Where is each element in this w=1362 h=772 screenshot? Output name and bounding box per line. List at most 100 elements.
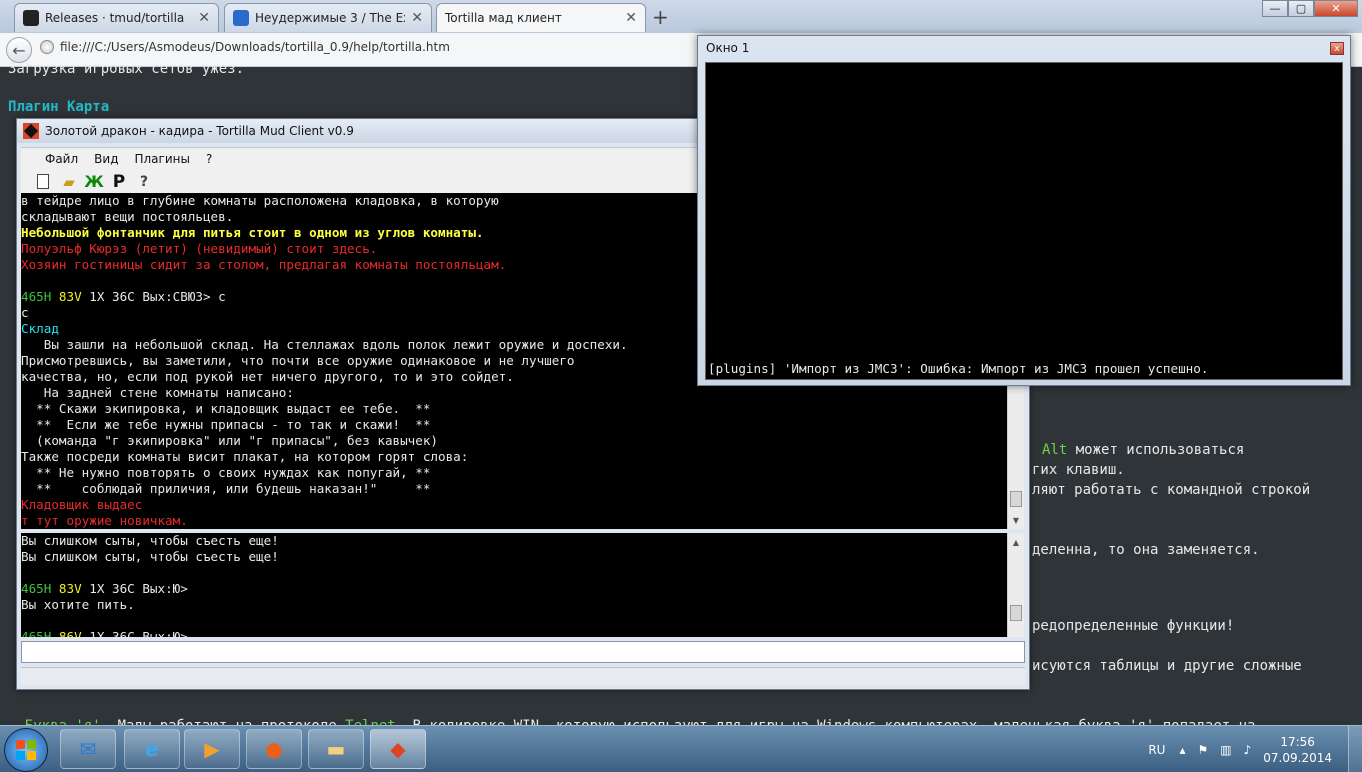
new-tab-button[interactable]: + xyxy=(652,5,669,29)
terminal-text: 86V xyxy=(58,629,90,637)
help-heading: Плагин Карта xyxy=(8,99,110,115)
ie-icon[interactable]: e xyxy=(124,729,180,769)
tray-arrow-icon[interactable]: ▴ xyxy=(1179,743,1185,757)
github-icon xyxy=(23,10,39,26)
green-star-icon[interactable]: Ж xyxy=(84,172,104,192)
start-button[interactable] xyxy=(4,728,48,772)
browser-tab-tortilla[interactable]: Tortilla мад клиент ✕ xyxy=(436,3,646,32)
address-bar[interactable]: file:///C:/Users/Asmodeus/Downloads/tort… xyxy=(40,40,450,54)
windows-logo-icon xyxy=(16,740,36,760)
menu-view[interactable]: Вид xyxy=(94,152,118,166)
tab-close-icon[interactable]: ✕ xyxy=(198,10,210,26)
plugin-message: [plugins] 'Импорт из JMC3': Ошибка: Импо… xyxy=(708,361,1209,376)
terminal-text: Кладовщик выдаес xyxy=(21,497,143,512)
menu-file[interactable]: Файл xyxy=(45,152,78,166)
help-line: ляют работать с командной строкой xyxy=(1032,482,1311,498)
command-input[interactable] xyxy=(21,641,1025,663)
terminal-text: 1X 36C Вых:СВЮЗ> с xyxy=(89,289,226,304)
terminal-text: Вы хотите пить. xyxy=(21,597,135,612)
help-top-text: Загрузка игровых сетов ужез. xyxy=(8,61,245,77)
thunderbird-icon[interactable]: ✉ xyxy=(60,729,116,769)
terminal-text: Вы слишком сыты, чтобы съесть еще! xyxy=(21,549,279,564)
terminal-text: 83V xyxy=(58,581,90,596)
terminal-text: качества, но, если под рукой нет ничего … xyxy=(21,369,514,384)
scrollbar-thumb[interactable] xyxy=(1010,491,1022,507)
window-1-title: Окно 1 xyxy=(706,41,750,55)
media-player-icon[interactable]: ▶ xyxy=(184,729,240,769)
terminal-text: ** Скажи экипировка, и кладовщик выдаст … xyxy=(21,401,431,416)
menu-plugins[interactable]: Плагины xyxy=(134,152,189,166)
terminal-text: с xyxy=(21,305,29,320)
terminal-text: 1X 36C Вых:Ю> xyxy=(89,581,188,596)
help-line: редопределенные функции! xyxy=(1032,618,1235,634)
browser-tab-movie[interactable]: Неудержимые 3 / The Exp… ✕ xyxy=(224,3,432,32)
globe-icon xyxy=(40,40,54,54)
tortilla-app-icon xyxy=(23,123,39,139)
system-tray: RU ▴ ⚑ ▥ ♪ 17:56 07.09.2014 xyxy=(1148,726,1332,772)
terminal-line: ** Не нужно повторять о своих нуждах как… xyxy=(21,465,1007,481)
main-window-title: Золотой дракон - кадира - Tortilla Mud C… xyxy=(45,124,354,138)
terminal-line: 465H 86V 1X 36C Вых:Ю> xyxy=(21,629,1007,637)
url-text: file:///C:/Users/Asmodeus/Downloads/tort… xyxy=(60,40,450,54)
back-button[interactable]: ← xyxy=(6,37,32,63)
tab-close-icon[interactable]: ✕ xyxy=(625,10,637,26)
terminal-text: ** Если же тебе нужны припасы - то так и… xyxy=(21,417,431,432)
terminal-line: ** Если же тебе нужны припасы - то так и… xyxy=(21,417,1007,433)
scroll-down-icon[interactable]: ▼ xyxy=(1008,513,1024,527)
terminal-text: Присмотревшись, вы заметили, что почти в… xyxy=(21,353,575,368)
terminal-line: 465H 83V 1X 36C Вых:Ю> xyxy=(21,581,1007,597)
terminal-text: т тут оружие новичкам. xyxy=(21,513,188,528)
scrollbar-thumb[interactable] xyxy=(1010,605,1022,621)
terminal-line: (команда "г экипировка" или "г припасы",… xyxy=(21,433,1007,449)
terminal-line: Кладовщик выдаес xyxy=(21,497,1007,513)
explorer-folder-icon[interactable]: ▬ xyxy=(308,729,364,769)
lower-scrollbar[interactable]: ▲ xyxy=(1007,533,1024,637)
show-desktop-button[interactable] xyxy=(1348,726,1362,772)
terminal-text: Небольшой фонтанчик для питья стоит в од… xyxy=(21,225,484,240)
p-letter-icon[interactable]: P xyxy=(109,172,129,192)
help-line: исуются таблицы и другие сложные xyxy=(1032,658,1302,674)
terminal-line: т тут оружие новичкам. xyxy=(21,513,1007,529)
terminal-line: Вы хотите пить. xyxy=(21,597,1007,613)
help-line: деленна, то она заменяется. xyxy=(1032,542,1260,558)
minimize-button[interactable]: — xyxy=(1262,0,1288,17)
tab-close-icon[interactable]: ✕ xyxy=(411,10,423,26)
flag-icon[interactable]: ⚑ xyxy=(1198,743,1209,757)
close-button[interactable]: ✕ xyxy=(1314,0,1358,17)
window-1-close-button[interactable]: x xyxy=(1330,42,1344,55)
terminal-text: 465H xyxy=(21,629,59,637)
terminal-text: в тейдре лицо в глубине комнаты располож… xyxy=(21,193,499,208)
arrow-left-icon: ← xyxy=(12,40,26,60)
volume-icon[interactable]: ♪ xyxy=(1244,743,1252,757)
terminal-text: На задней стене комнаты написано: xyxy=(21,385,294,400)
terminal-text: складывают вещи постояльцев. xyxy=(21,209,234,224)
language-indicator[interactable]: RU xyxy=(1148,743,1165,757)
network-icon[interactable]: ▥ xyxy=(1220,743,1231,757)
help-line: Alt может использоваться xyxy=(1042,442,1245,458)
help-line: гих клавиш. xyxy=(1032,462,1125,478)
maximize-button[interactable]: ▢ xyxy=(1288,0,1314,17)
scroll-up-icon[interactable]: ▲ xyxy=(1008,535,1024,549)
window-1-titlebar[interactable]: Окно 1 xyxy=(698,36,1350,60)
terminal-text: 465H xyxy=(21,581,59,596)
terminal-text: Склад xyxy=(21,321,59,336)
terminal-text: 1X 36C Вых:Ю> xyxy=(89,629,188,637)
terminal-text: Также посреди комнаты висит плакат, на к… xyxy=(21,449,469,464)
menu-help[interactable]: ? xyxy=(206,152,212,166)
browser-tab-releases[interactable]: Releases · tmud/tortilla ✕ xyxy=(14,3,219,32)
terminal-line: ** Скажи экипировка, и кладовщик выдаст … xyxy=(21,401,1007,417)
tortilla-icon[interactable]: ◆ xyxy=(370,729,426,769)
browser-tab-bar: Releases · tmud/tortilla ✕ Неудержимые 3… xyxy=(0,0,1362,33)
help-icon[interactable]: ? xyxy=(134,172,154,192)
clock-time: 17:56 xyxy=(1280,734,1315,749)
terminal-text: Полуэльф Кюрэз (летит) (невидимый) стоит… xyxy=(21,241,378,256)
site-icon xyxy=(233,10,249,26)
new-file-icon[interactable] xyxy=(37,174,49,189)
terminal-text: Вы зашли на небольшой склад. На стеллажа… xyxy=(21,337,628,352)
taskbar: ✉ e ▶ ● ▬ ◆ RU ▴ ⚑ ▥ ♪ 17:56 07.09.2014 xyxy=(0,725,1362,772)
clock[interactable]: 17:56 07.09.2014 xyxy=(1263,734,1332,766)
firefox-icon[interactable]: ● xyxy=(246,729,302,769)
status-bar xyxy=(21,667,1025,685)
open-folder-icon[interactable]: ▰ xyxy=(59,172,79,192)
